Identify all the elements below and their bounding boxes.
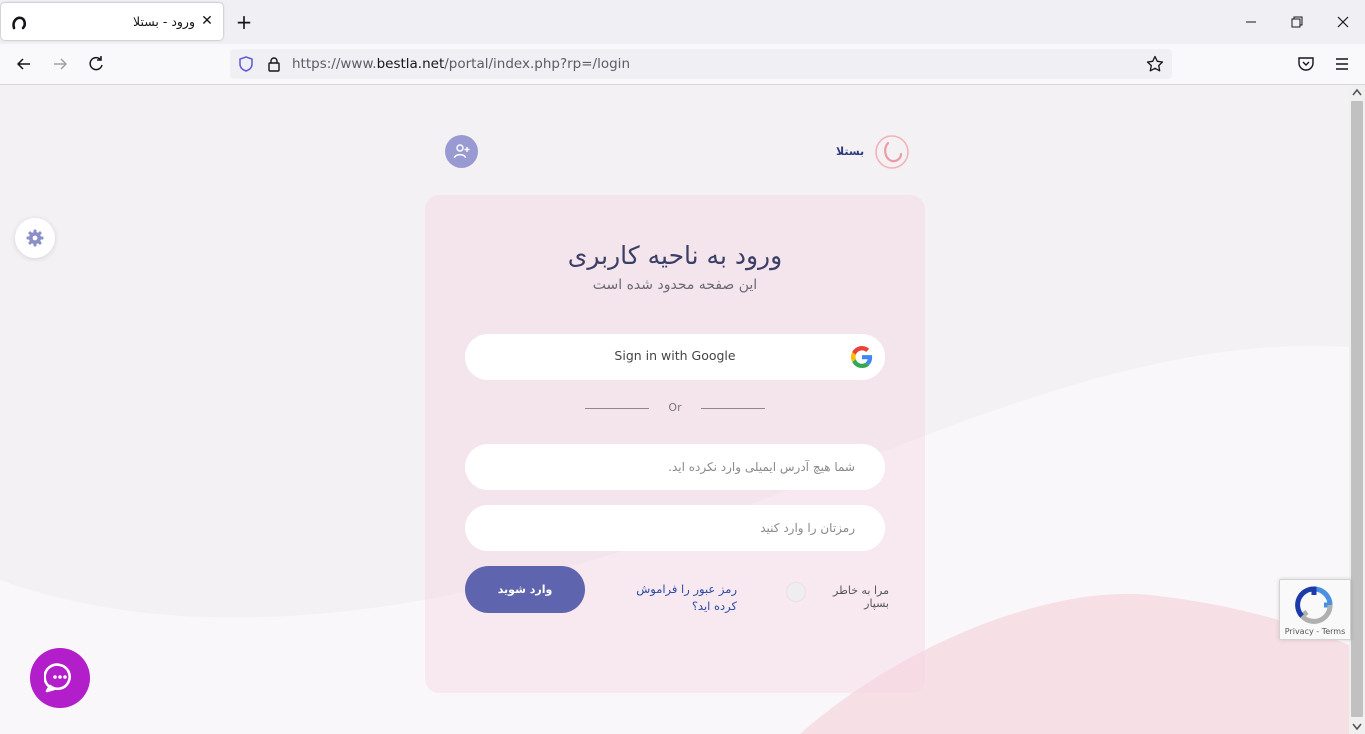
recaptcha-badge[interactable]: Privacy - Terms (1279, 579, 1351, 640)
restore-icon[interactable] (1287, 12, 1307, 32)
chat-bubble-icon (44, 663, 71, 693)
page-content: بستلا ورود به ناحیه کاربری این صفحه محدو… (0, 85, 1349, 734)
brand-logo-icon[interactable] (875, 135, 909, 169)
settings-button[interactable] (15, 218, 55, 258)
reload-icon[interactable] (86, 54, 106, 74)
url-path: /portal/index.php?rp=/login (444, 56, 630, 72)
browser-nav-bar: https://www.bestla.net/portal/index.php?… (0, 44, 1365, 85)
site-favicon-icon (12, 16, 27, 30)
google-icon (851, 346, 873, 368)
menu-hamburger-icon[interactable] (1332, 54, 1352, 74)
close-window-icon[interactable] (1333, 12, 1353, 32)
google-sign-in-label: Sign in with Google (614, 348, 736, 363)
browser-tab-bar: ورود - بستلا ✕ + (0, 0, 1365, 44)
login-submit-button[interactable]: وارد شوید (465, 566, 585, 613)
login-subtitle: این صفحه محدود شده است (592, 277, 758, 293)
browser-tab[interactable]: ورود - بستلا ✕ (1, 3, 223, 40)
tab-close-icon[interactable]: ✕ (199, 13, 215, 29)
forward-arrow-icon[interactable] (50, 54, 70, 74)
url-host: bestla.net (376, 56, 445, 72)
back-arrow-icon[interactable] (14, 54, 34, 74)
login-card: ورود به ناحیه کاربری این صفحه محدود شده … (425, 195, 925, 693)
pocket-icon[interactable] (1296, 54, 1316, 74)
gear-icon (26, 229, 44, 247)
remember-me-label[interactable]: مرا به خاطر بسپار (809, 584, 889, 610)
scroll-up-icon[interactable] (1352, 88, 1362, 96)
add-user-icon (453, 144, 470, 159)
brand-name[interactable]: بستلا (836, 145, 864, 158)
or-separator: Or (668, 401, 682, 414)
recaptcha-terms-link[interactable]: Privacy - Terms (1280, 627, 1350, 636)
register-button[interactable] (445, 135, 478, 168)
lock-icon[interactable] (266, 56, 282, 72)
tab-title: ورود - بستلا (133, 14, 195, 29)
tracking-shield-icon[interactable] (238, 56, 254, 72)
divider-left (585, 408, 649, 409)
forgot-password-link[interactable]: رمز عبور را فراموش کرده اید؟ (615, 581, 737, 615)
minimize-icon[interactable] (1241, 12, 1261, 32)
page-scrollbar[interactable] (1349, 85, 1365, 734)
scrollbar-thumb[interactable] (1351, 101, 1363, 717)
scroll-down-icon[interactable] (1352, 723, 1362, 731)
google-sign-in-button[interactable]: Sign in with Google (465, 334, 885, 380)
login-title: ورود به ناحیه کاربری (567, 241, 783, 270)
new-tab-button[interactable]: + (234, 12, 254, 32)
url-prefix: https://www. (292, 56, 377, 72)
chat-widget-button[interactable] (30, 648, 90, 708)
password-field[interactable] (465, 505, 885, 551)
bookmark-star-icon[interactable] (1146, 55, 1164, 73)
recaptcha-icon (1295, 586, 1333, 624)
email-field[interactable] (465, 444, 885, 490)
remember-me-checkbox[interactable] (786, 582, 806, 602)
divider-right (701, 408, 765, 409)
address-bar[interactable]: https://www.bestla.net/portal/index.php?… (230, 49, 1172, 79)
url-text[interactable]: https://www.bestla.net/portal/index.php?… (292, 56, 630, 72)
